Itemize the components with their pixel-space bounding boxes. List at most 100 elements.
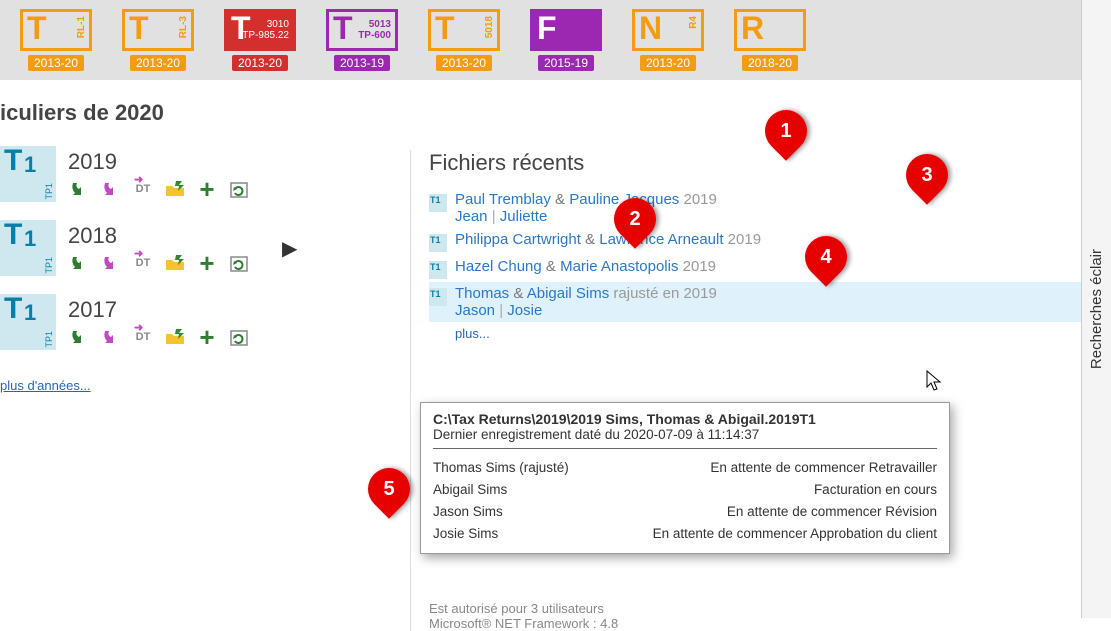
form-tile-icon[interactable]: T RL-3 <box>122 9 194 51</box>
year-label: 2018 <box>68 223 250 249</box>
form-tile-icon[interactable]: R <box>734 9 806 51</box>
open-folder-icon[interactable] <box>164 327 186 347</box>
calendar-refresh-icon[interactable] <box>228 327 250 347</box>
recent-file-item[interactable]: Philippa Cartwright & Lawrence Arneault … <box>429 228 1111 255</box>
form-tile-year: 2013-20 <box>436 55 492 71</box>
taxpayer-name[interactable]: Marie Anastopolis <box>560 258 678 275</box>
form-tile-icon[interactable]: T 5018 <box>428 9 500 51</box>
plus-icon[interactable]: + <box>196 179 218 199</box>
tooltip-status: En attente de commencer Approbation du c… <box>653 523 937 545</box>
dependant-name[interactable]: Josie <box>507 302 542 319</box>
year-label: 2019 <box>68 149 250 175</box>
form-tile[interactable]: T RL-1 2013-20 <box>20 9 92 71</box>
tooltip-row: Thomas Sims (rajusté) En attente de comme… <box>433 457 937 479</box>
t1-tile[interactable]: T1TP1 <box>0 294 56 350</box>
form-tile-year: 2013-20 <box>232 55 288 71</box>
import-icon[interactable] <box>100 179 122 199</box>
recent-files-heading: Fichiers récents <box>429 150 1111 176</box>
t1-tile[interactable]: T1TP1 <box>0 220 56 276</box>
tooltip-name: Abigail Sims <box>433 479 507 501</box>
t1-file-icon <box>429 261 447 279</box>
right-sidebar-tab[interactable]: Recherches éclair <box>1081 0 1111 618</box>
form-tile[interactable]: T 5018 2013-20 <box>428 9 500 71</box>
form-tile[interactable]: N R4 2013-20 <box>632 9 704 71</box>
carry-forward-icon[interactable] <box>68 253 90 273</box>
form-tile[interactable]: F 2015-19 <box>530 9 602 71</box>
chevron-right-icon[interactable]: ▶ <box>282 236 297 261</box>
more-years-link[interactable]: plus d'années... <box>0 378 91 393</box>
form-tile-letter: N <box>639 10 662 47</box>
recent-file-item[interactable]: Hazel Chung & Marie Anastopolis 2019 <box>429 255 1111 282</box>
form-tile-icon[interactable]: N R4 <box>632 9 704 51</box>
license-info: Est autorisé pour 3 utilisateurs Microso… <box>429 601 1111 631</box>
carry-forward-icon[interactable] <box>68 327 90 347</box>
taxpayer-name[interactable]: Hazel Chung <box>455 258 542 275</box>
recent-more-link[interactable]: plus... <box>455 326 490 341</box>
file-year: 2019 <box>728 231 761 248</box>
form-tile-letter: T <box>231 10 251 47</box>
form-tile-year: 2013-20 <box>28 55 84 71</box>
form-tile-letter: T <box>27 10 47 47</box>
form-tile-year: 2013-20 <box>130 55 186 71</box>
cursor-icon <box>926 370 944 392</box>
dependant-name[interactable]: Jean <box>455 208 488 225</box>
tooltip-status: En attente de commencer Retravailler <box>710 457 937 479</box>
year-row: T1TP1 2018 DT➜ + ▶ <box>0 220 410 276</box>
calendar-refresh-icon[interactable] <box>228 179 250 199</box>
taxpayer-name[interactable]: Lawrence Arneault <box>599 231 723 248</box>
page-title: iculiers de 2020 <box>0 100 410 126</box>
right-sidebar-label[interactable]: Recherches éclair <box>1088 249 1105 369</box>
open-folder-icon[interactable] <box>164 179 186 199</box>
form-tile[interactable]: T RL-3 2013-20 <box>122 9 194 71</box>
form-tile-letter: T <box>129 10 149 47</box>
dt-import-icon[interactable]: DT➜ <box>132 327 154 347</box>
dependant-name[interactable]: Jason <box>455 302 495 319</box>
taxpayer-name[interactable]: Thomas <box>455 285 509 302</box>
import-icon[interactable] <box>100 253 122 273</box>
tooltip-row: Abigail SimsFacturation en cours <box>433 479 937 501</box>
file-year: 2019 <box>683 258 716 275</box>
plus-icon[interactable]: + <box>196 253 218 273</box>
form-tile[interactable]: T 3010TP-985.22 2013-20 <box>224 9 296 71</box>
carry-forward-icon[interactable] <box>68 179 90 199</box>
recent-file-item[interactable]: Thomas & Abigail Sims rajusté en 2019Jas… <box>429 282 1111 322</box>
taxpayer-name[interactable]: Abigail Sims <box>527 285 610 302</box>
tooltip-path: C:\Tax Returns\2019\2019 Sims, Thomas & … <box>433 411 937 427</box>
dt-import-icon[interactable]: DT➜ <box>132 179 154 199</box>
file-year: 2019 <box>683 191 716 208</box>
tooltip-row: Jason Sims En attente de commencer Révisi… <box>433 501 937 523</box>
t1-tile[interactable]: T1TP1 <box>0 146 56 202</box>
file-year: rajusté en 2019 <box>613 285 716 302</box>
form-tile-icon[interactable]: T 5013TP-600 <box>326 9 398 51</box>
taxpayer-name[interactable]: Paul Tremblay <box>455 191 551 208</box>
form-tile-icon[interactable]: T RL-1 <box>20 9 92 51</box>
form-tile-year: 2013-19 <box>334 55 390 71</box>
form-tile-year: 2013-20 <box>640 55 696 71</box>
form-tile-code: R4 <box>688 16 699 29</box>
form-tile-code: 5013TP-600 <box>358 19 391 41</box>
year-row: T1TP1 2019 DT➜ + <box>0 146 410 202</box>
recent-file-item[interactable]: Paul Tremblay & Pauline Jacques 2019Jean… <box>429 188 1111 228</box>
calendar-refresh-icon[interactable] <box>228 253 250 273</box>
dependant-name[interactable]: Juliette <box>500 208 548 225</box>
tooltip-name: Thomas Sims (rajusté) <box>433 457 569 479</box>
form-tile-code: RL-1 <box>76 16 87 38</box>
form-tile-year: 2015-19 <box>538 55 594 71</box>
form-tile-letter: F <box>537 10 557 47</box>
taxpayer-name[interactable]: Philippa Cartwright <box>455 231 581 248</box>
form-tile-icon[interactable]: F <box>530 9 602 51</box>
form-tile-letter: T <box>435 10 455 47</box>
tooltip-status: En attente de commencer Révision <box>727 501 937 523</box>
open-folder-icon[interactable] <box>164 253 186 273</box>
plus-icon[interactable]: + <box>196 327 218 347</box>
tooltip-name: Jason Sims <box>433 501 503 523</box>
tooltip-row: Josie SimsEn attente de commencer Approb… <box>433 523 937 545</box>
form-tile-icon[interactable]: T 3010TP-985.22 <box>224 9 296 51</box>
dt-import-icon[interactable]: DT➜ <box>132 253 154 273</box>
import-icon[interactable] <box>100 327 122 347</box>
form-tile-year: 2018-20 <box>742 55 798 71</box>
t1-file-icon <box>429 194 447 212</box>
form-tile[interactable]: R 2018-20 <box>734 9 806 71</box>
year-row: T1TP1 2017 DT➜ + <box>0 294 410 350</box>
form-tile[interactable]: T 5013TP-600 2013-19 <box>326 9 398 71</box>
